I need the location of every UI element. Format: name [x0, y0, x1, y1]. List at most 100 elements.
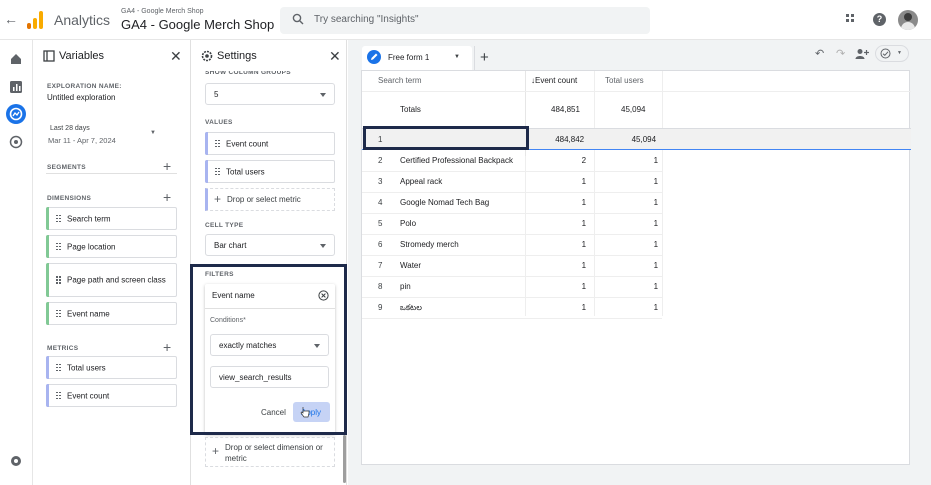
table-row[interactable]: 9 ఒకటల 1 1 [362, 297, 911, 318]
dimension-chip[interactable]: Page path and screen class [46, 263, 177, 297]
search-placeholder[interactable]: Try searching "Insights" [314, 14, 419, 25]
settings-gear-icon[interactable] [9, 454, 23, 468]
total-users-cell: 1 [653, 156, 659, 165]
table-row[interactable]: 5 Polo 1 1 [362, 213, 911, 234]
add-tab-button[interactable]: + [474, 46, 498, 70]
row-highlight-box [363, 126, 529, 150]
values-label: VALUES [205, 119, 233, 126]
dimension-chip[interactable]: Event name [46, 302, 177, 325]
drag-handle-icon[interactable] [56, 363, 61, 372]
avatar[interactable] [898, 10, 918, 30]
dimension-label: Page location [67, 242, 116, 251]
search-term-cell: Certified Professional Backpack [400, 156, 513, 165]
metric-label: Total users [67, 363, 106, 372]
metric-chip[interactable]: Total users [46, 356, 177, 379]
add-segment-plus-icon[interactable]: + [163, 159, 171, 173]
metric-chip[interactable]: Event count [46, 384, 177, 407]
edit-pencil-icon [367, 50, 381, 64]
date-range-picker[interactable]: Last 28 days Mar 11 - Apr 7, 2024 ▼ [46, 121, 156, 149]
drop-metric-label: Drop or select metric [227, 195, 301, 204]
value-metric-chip[interactable]: Event count [205, 132, 335, 155]
drag-handle-icon[interactable] [56, 391, 61, 400]
column-header-search-term[interactable]: Search term [378, 76, 422, 85]
event-count-cell: 1 [581, 261, 587, 270]
table-row[interactable]: 8 pin 1 1 [362, 276, 911, 297]
reports-icon[interactable] [9, 80, 23, 94]
drop-dimension-metric-target[interactable]: + Drop or select dimension or metric [205, 437, 335, 467]
add-metric-plus-icon[interactable]: + [163, 340, 171, 354]
add-dimension-plus-icon[interactable]: + [163, 190, 171, 204]
table-row[interactable]: 2 Certified Professional Backpack 2 1 [362, 150, 911, 171]
close-icon[interactable]: ✕ [170, 48, 182, 65]
close-icon[interactable]: ✕ [329, 48, 341, 65]
row-number: 8 [378, 282, 383, 291]
drag-handle-icon[interactable] [215, 139, 220, 148]
column-header-total-users[interactable]: Total users [605, 76, 644, 85]
row-number: 6 [378, 240, 383, 249]
drag-handle-icon[interactable] [215, 167, 220, 176]
value-metric-label: Event count [226, 139, 269, 148]
variables-panel: Variables ✕ EXPLORATION NAME: Untitled e… [34, 40, 191, 485]
settings-gear-icon [201, 50, 213, 62]
drag-handle-icon[interactable] [56, 309, 61, 318]
exploration-canvas-area: Free form 1 ▼ + ↶ ↷ ▼ Search term ↓Event… [348, 40, 931, 485]
exploration-name-field[interactable]: Untitled exploration [47, 93, 115, 102]
tab-free-form-1[interactable]: Free form 1 ▼ [362, 46, 472, 70]
analytics-logo [27, 11, 45, 29]
total-users-cell: 1 [653, 261, 659, 270]
advertising-icon[interactable] [9, 135, 23, 149]
cell-type-label: CELL TYPE [205, 222, 244, 229]
status-check-menu[interactable]: ▼ [875, 45, 909, 62]
help-icon[interactable]: ? [873, 13, 886, 26]
back-arrow-icon[interactable]: ← [4, 12, 18, 26]
row-number: 9 [378, 303, 383, 312]
dimensions-label: DIMENSIONS [47, 195, 92, 202]
top-bar: ← Analytics GA4 - Google Merch Shop GA4 … [0, 0, 931, 40]
search-term-cell: Water [400, 261, 422, 270]
redo-icon[interactable]: ↷ [836, 47, 845, 60]
drag-handle-icon[interactable] [56, 214, 61, 223]
event-count-cell: 1 [581, 219, 587, 228]
home-icon[interactable] [9, 52, 23, 66]
search-term-cell: Stromedy merch [400, 240, 459, 249]
undo-icon[interactable]: ↶ [815, 47, 824, 60]
dimension-label: Page path and screen class [67, 275, 166, 285]
column-groups-select[interactable]: 5 [205, 83, 335, 105]
drag-handle-icon[interactable] [56, 276, 61, 284]
dimension-chip[interactable]: Page location [46, 235, 177, 258]
divider [46, 173, 177, 174]
dimension-chip[interactable]: Search term [46, 207, 177, 230]
cell-type-select[interactable]: Bar chart [205, 234, 335, 256]
scrollbar[interactable] [343, 435, 346, 483]
dimension-label: Search term [67, 214, 111, 223]
divider [362, 318, 662, 319]
search-icon [292, 13, 304, 25]
table-row[interactable]: 3 Appeal rack 1 1 [362, 171, 911, 192]
total-users: 45,094 [621, 105, 646, 114]
cell-type-value: Bar chart [214, 241, 247, 250]
drop-metric-target[interactable]: + Drop or select metric [205, 188, 335, 211]
search-term-cell: ఒకటల [400, 303, 422, 312]
settings-title: Settings [217, 50, 257, 62]
show-column-groups-label: SHOW COLUMN GROUPS [205, 69, 291, 76]
column-header-event-count[interactable]: ↓Event count [531, 76, 577, 85]
dropdown-caret-icon [320, 93, 326, 97]
apps-grid-icon[interactable] [846, 14, 858, 26]
value-metric-chip[interactable]: Total users [205, 160, 335, 183]
event-count-cell: 1 [581, 282, 587, 291]
tab-menu-caret-icon[interactable]: ▼ [454, 54, 460, 60]
search-term-cell: Google Nomad Tech Bag [400, 198, 490, 207]
table-row[interactable]: 6 Stromedy merch 1 1 [362, 234, 911, 255]
drag-handle-icon[interactable] [56, 242, 61, 251]
explore-icon[interactable] [6, 104, 26, 124]
divider [362, 91, 911, 92]
property-name[interactable]: GA4 - Google Merch Shop [121, 17, 274, 32]
table-row[interactable]: 7 Water 1 1 [362, 255, 911, 276]
account-path[interactable]: GA4 - Google Merch Shop [121, 8, 204, 15]
dimension-label: Event name [67, 309, 110, 318]
table-row[interactable]: 4 Google Nomad Tech Bag 1 1 [362, 192, 911, 213]
share-user-icon[interactable] [855, 48, 869, 60]
variables-title: Variables [59, 50, 105, 62]
tab-bar: Free form 1 ▼ + ↶ ↷ ▼ [348, 40, 931, 70]
row-number: 7 [378, 261, 383, 270]
